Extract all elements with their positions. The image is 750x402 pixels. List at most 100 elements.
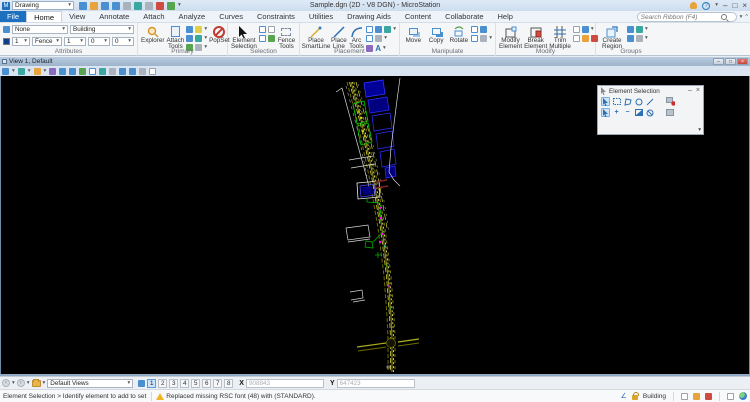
view-previous-icon[interactable] <box>119 68 126 75</box>
restore-button[interactable]: □ <box>732 0 737 11</box>
place-smartline-button[interactable]: Place SmartLine <box>303 24 329 51</box>
view-next-icon[interactable] <box>129 68 136 75</box>
copy-view-icon[interactable] <box>139 68 146 75</box>
mode-clear-icon[interactable] <box>645 108 654 117</box>
drop-element-icon[interactable] <box>636 26 643 33</box>
move-button[interactable]: Move <box>403 24 424 44</box>
workflow-select[interactable]: Drawing ▾ <box>12 1 74 10</box>
rotate-view-icon[interactable] <box>99 68 106 75</box>
fence-status-icon[interactable] <box>693 393 700 400</box>
qat-pen-icon[interactable] <box>156 2 164 10</box>
tab-file[interactable]: File <box>0 11 26 22</box>
view-attributes-icon[interactable] <box>2 68 9 75</box>
tool-settings-title-bar[interactable]: Element Selection – × <box>598 86 703 96</box>
popset-button[interactable]: PopSet <box>209 24 230 44</box>
active-template-select[interactable]: None▾ <box>12 25 68 34</box>
trim-multiple-button[interactable]: Trim Multiple <box>549 24 571 51</box>
select-all-icon[interactable] <box>268 35 275 42</box>
pattern-icon[interactable] <box>384 26 391 33</box>
copy-button[interactable]: Copy <box>426 24 447 44</box>
tab-home[interactable]: Home <box>26 11 62 22</box>
help-chevron-icon[interactable]: ▾ <box>715 2 718 9</box>
attach-tools-button[interactable]: Attach Tools <box>166 24 184 51</box>
qat-redo-icon[interactable] <box>145 2 153 10</box>
chevron-down-icon[interactable]: ▾ <box>12 380 15 387</box>
method-shape-icon[interactable] <box>623 97 632 106</box>
align-icon[interactable] <box>480 26 487 33</box>
select-all-icon[interactable] <box>666 108 675 117</box>
hatch-icon[interactable] <box>375 35 382 42</box>
dialog-close-button[interactable]: × <box>695 86 701 96</box>
tool-settings-dialog[interactable]: Element Selection – × + − ▾ <box>597 85 704 135</box>
fence-mode-select[interactable]: Fence▾ <box>32 37 62 46</box>
change-attributes-icon[interactable] <box>582 35 589 42</box>
ribbon-search-input[interactable] <box>641 14 721 21</box>
drop-multiple-icon[interactable] <box>636 35 643 42</box>
chamfer-icon[interactable] <box>573 35 580 42</box>
mode-add-icon[interactable]: + <box>612 108 621 117</box>
qat-more-chevron-icon[interactable]: ▾ <box>178 2 181 9</box>
explorer-button[interactable]: Explorer <box>141 24 164 44</box>
qat-open-folder-icon[interactable] <box>90 2 98 10</box>
view-toggle-7[interactable]: 7 <box>213 379 222 388</box>
x-coordinate-input[interactable] <box>246 379 324 388</box>
select-none-icon[interactable] <box>268 26 275 33</box>
view-group-folder-icon[interactable] <box>32 380 41 387</box>
chevron-down-icon[interactable]: ▾ <box>489 35 492 42</box>
previous-view-button[interactable]: ‹ <box>2 379 10 387</box>
tab-constraints[interactable]: Constraints <box>250 11 302 22</box>
properties-icon[interactable] <box>195 35 202 42</box>
tab-help[interactable]: Help <box>491 11 520 22</box>
design-history-icon[interactable] <box>705 393 712 400</box>
line-weight-select[interactable]: 1▾ <box>64 37 86 46</box>
locks-icon[interactable] <box>632 395 638 400</box>
level-display-icon[interactable] <box>195 26 202 33</box>
fillet-icon[interactable] <box>582 26 589 33</box>
chevron-down-icon[interactable]: ▾ <box>28 68 31 75</box>
warning-icon[interactable] <box>156 393 164 400</box>
tab-analyze[interactable]: Analyze <box>172 11 213 22</box>
level-manager-icon[interactable] <box>186 35 193 42</box>
qat-copy-icon[interactable] <box>123 2 131 10</box>
modify-element-button[interactable]: Modify Element <box>499 24 522 51</box>
clip-mask-icon[interactable] <box>149 68 156 75</box>
clip-volume-icon[interactable] <box>49 68 56 75</box>
models-icon[interactable] <box>186 26 193 33</box>
view-close-button[interactable]: × <box>737 58 748 65</box>
qat-save-settings-icon[interactable] <box>112 2 120 10</box>
tab-view[interactable]: View <box>62 11 92 22</box>
pan-view-icon[interactable] <box>109 68 116 75</box>
tab-annotate[interactable]: Annotate <box>92 11 136 22</box>
geolocation-icon[interactable] <box>739 392 747 400</box>
view-toggle-8[interactable]: 8 <box>224 379 233 388</box>
help-icon[interactable]: ? <box>702 2 710 10</box>
chevron-down-icon[interactable]: ▾ <box>12 68 15 75</box>
create-region-button[interactable]: Create Region <box>599 24 625 51</box>
tab-utilities[interactable]: Utilities <box>302 11 340 22</box>
manage-view-groups-icon[interactable] <box>138 380 145 387</box>
view-title-bar[interactable]: View 1, Default – □ × <box>0 57 750 66</box>
tab-content[interactable]: Content <box>398 11 438 22</box>
view-toggle-5[interactable]: 5 <box>191 379 200 388</box>
display-style-icon[interactable] <box>18 68 25 75</box>
mirror-icon[interactable] <box>471 26 478 33</box>
view-minimize-button[interactable]: – <box>713 58 724 65</box>
chevron-down-icon[interactable]: ▾ <box>27 380 30 387</box>
search-chevron-icon[interactable]: ▾ <box>740 14 743 21</box>
chevron-down-icon[interactable]: ▾ <box>44 68 47 75</box>
array-icon[interactable] <box>471 35 478 42</box>
transparency-select[interactable]: 0▾ <box>112 37 134 46</box>
chevron-down-icon[interactable]: ▾ <box>43 380 46 387</box>
qat-new-icon[interactable] <box>79 2 87 10</box>
stretch-icon[interactable] <box>480 35 487 42</box>
fence-tools-button[interactable]: Fence Tools <box>277 24 296 51</box>
element-selection-button[interactable]: Element Selection <box>231 24 257 51</box>
mode-new-icon[interactable] <box>601 108 610 117</box>
delete-icon[interactable] <box>573 26 580 33</box>
chevron-down-icon[interactable]: ▾ <box>393 26 396 33</box>
message-center-text[interactable]: Replaced missing RSC font (48) with (STA… <box>166 393 315 400</box>
view-toggle-1[interactable]: 1 <box>147 379 156 388</box>
chevron-down-icon[interactable]: ▾ <box>645 26 648 33</box>
active-level-select[interactable]: Building▾ <box>70 25 134 34</box>
method-individual-icon[interactable] <box>601 97 610 106</box>
